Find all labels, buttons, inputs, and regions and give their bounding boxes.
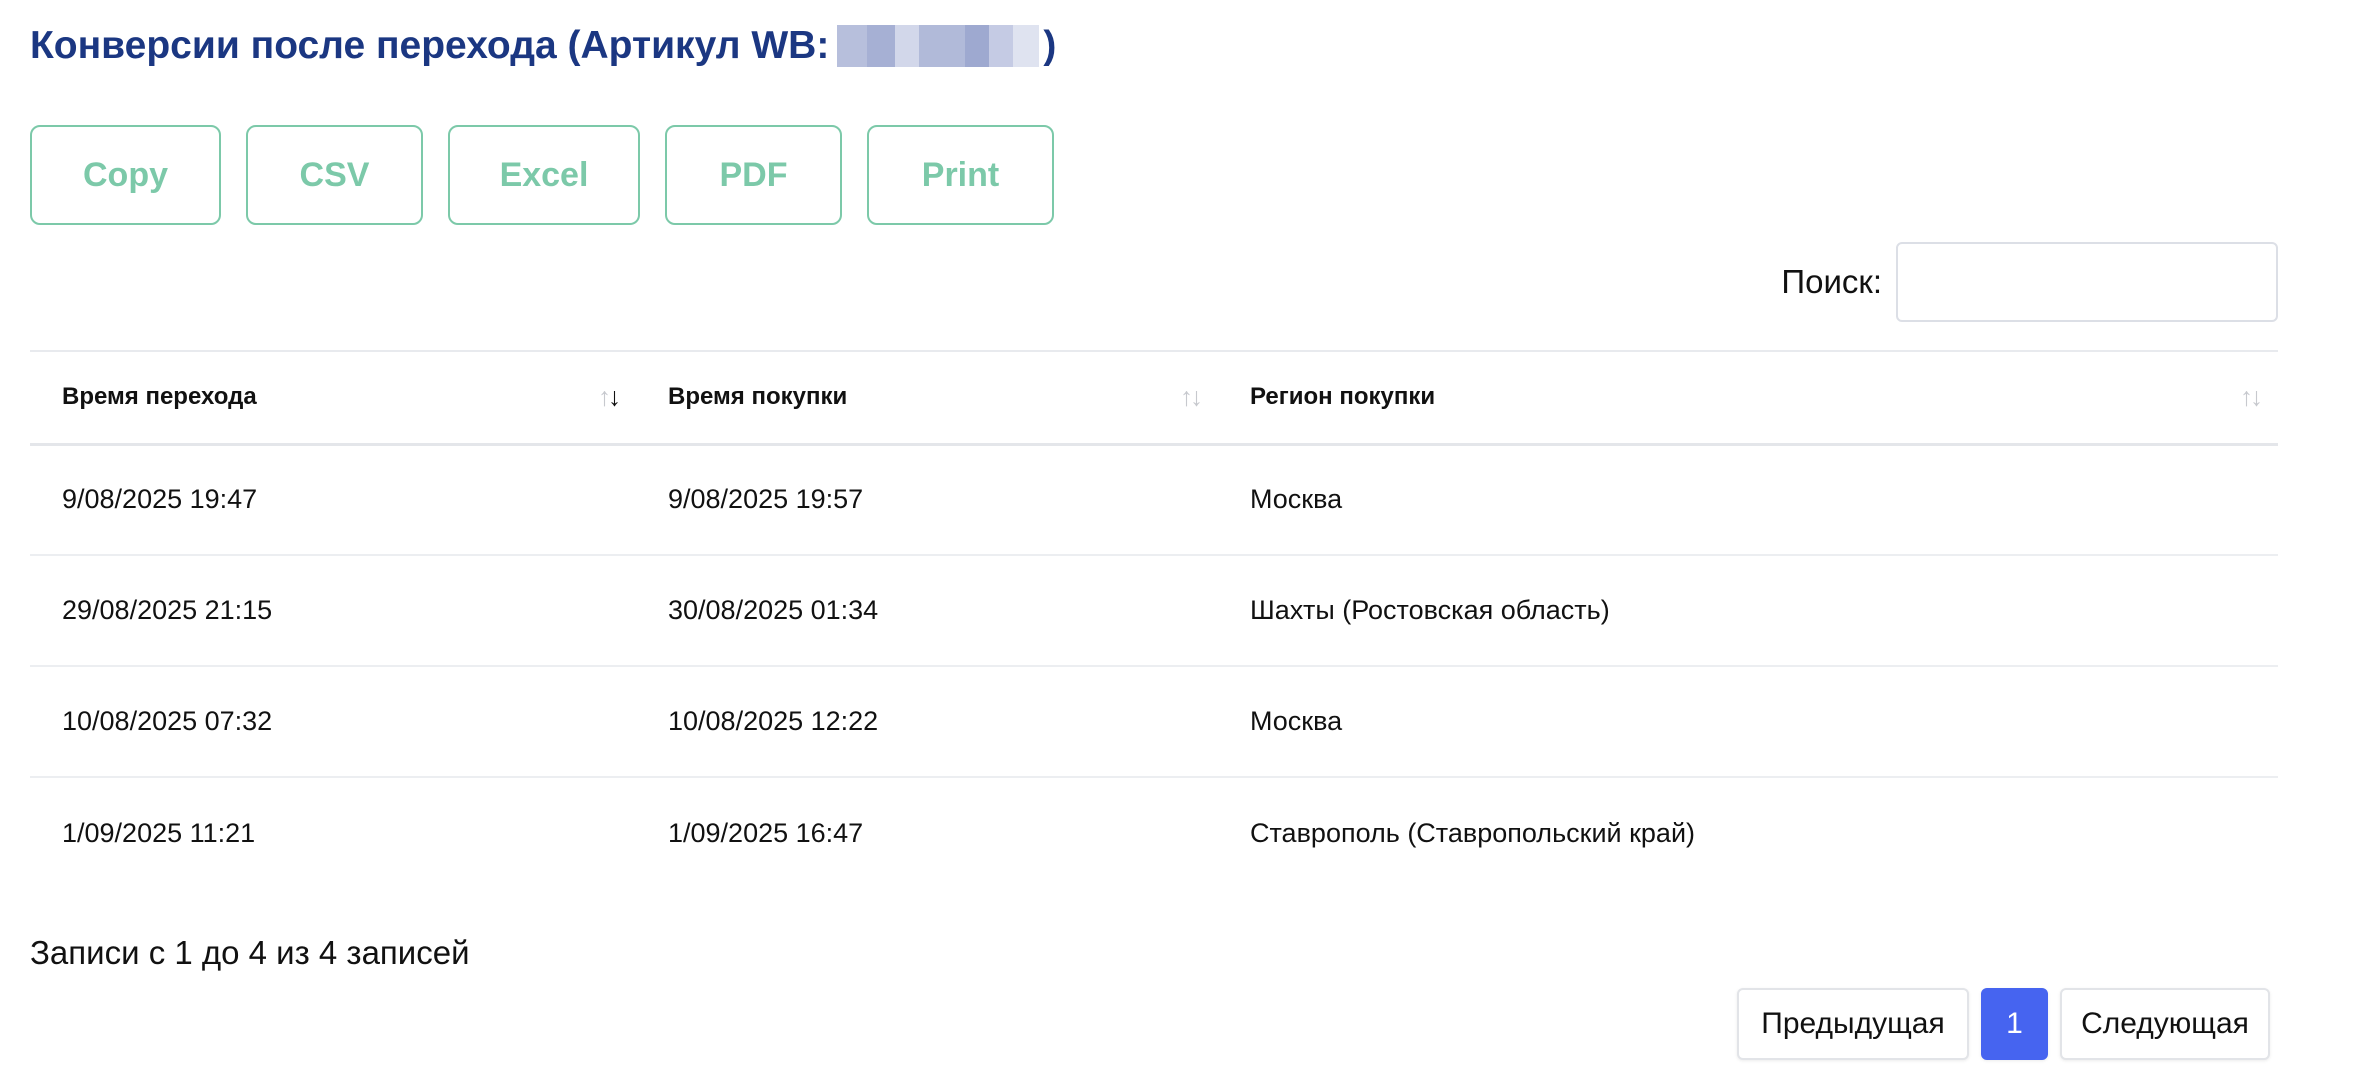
cell-click-time: 1/09/2025 11:21: [62, 817, 256, 848]
pdf-button[interactable]: PDF: [665, 125, 842, 225]
table-header-row: Время перехода ↑↓ Время покупки ↑↓ Регио…: [30, 351, 2278, 444]
cell-purchase-time: 9/08/2025 19:57: [668, 484, 864, 515]
cell-click-time: 9/08/2025 19:47: [62, 484, 258, 515]
table-row: 9/08/2025 19:47 9/08/2025 19:57 Москва: [30, 444, 2278, 555]
search-input[interactable]: [1896, 242, 2278, 322]
redacted-article-number: [837, 25, 1040, 67]
csv-button[interactable]: CSV: [246, 125, 423, 225]
excel-button[interactable]: Excel: [448, 125, 640, 225]
table-row: 10/08/2025 07:32 10/08/2025 12:22 Москва: [30, 666, 2278, 777]
copy-button[interactable]: Copy: [30, 125, 221, 225]
cell-purchase-time: 10/08/2025 12:22: [668, 706, 879, 736]
conversions-table: Время перехода ↑↓ Время покупки ↑↓ Регио…: [30, 350, 2278, 888]
search-filter: Поиск:: [1781, 242, 2278, 322]
cell-purchase-region: Москва: [1250, 484, 1343, 515]
table-body: 9/08/2025 19:47 9/08/2025 19:57 Москва 2…: [30, 444, 2278, 888]
pagination: Предыдущая 1 Следующая: [1737, 988, 2270, 1060]
print-button[interactable]: Print: [867, 125, 1054, 225]
page-title: Конверсии после перехода (Артикул WB: ): [30, 18, 1056, 74]
cell-purchase-region: Москва: [1250, 706, 1343, 736]
column-header-purchase-time[interactable]: Время покупки ↑↓: [636, 351, 1218, 444]
sort-icon: ↑↓: [1180, 381, 1203, 412]
sort-icon: ↑↓: [2240, 381, 2263, 412]
page: Конверсии после перехода (Артикул WB: ) …: [0, 0, 2372, 1082]
table-header: Время перехода ↑↓ Время покупки ↑↓ Регио…: [30, 351, 2278, 444]
column-header-purchase-region[interactable]: Регион покупки ↑↓: [1218, 351, 2278, 444]
next-page-button[interactable]: Следующая: [2060, 988, 2270, 1060]
column-header-label: Время покупки: [668, 383, 848, 411]
cell-click-time: 29/08/2025 21:15: [62, 595, 273, 625]
table-info: Записи с 1 до 4 из 4 записей: [30, 934, 470, 971]
column-header-label: Время перехода: [62, 383, 257, 411]
cell-purchase-time: 1/09/2025 16:47: [668, 817, 864, 848]
cell-purchase-region: Шахты (Ростовская область): [1250, 595, 1610, 625]
column-header-label: Регион покупки: [1250, 383, 1436, 411]
page-1-button[interactable]: 1: [1981, 988, 2048, 1060]
cell-purchase-time: 30/08/2025 01:34: [668, 595, 879, 625]
cell-purchase-region: Ставрополь (Ставропольский край): [1250, 817, 1696, 848]
previous-page-button[interactable]: Предыдущая: [1737, 988, 1969, 1060]
export-button-group: Copy CSV Excel PDF Print: [30, 125, 1054, 225]
search-label: Поиск:: [1781, 263, 1882, 300]
page-title-text: Конверсии после перехода (Артикул WB:: [30, 24, 830, 67]
table-row: 29/08/2025 21:15 30/08/2025 01:34 Шахты …: [30, 555, 2278, 666]
sort-desc-icon: ↑↓: [598, 381, 621, 412]
column-header-click-time[interactable]: Время перехода ↑↓: [30, 351, 636, 444]
page-title-suffix: ): [1043, 24, 1057, 67]
cell-click-time: 10/08/2025 07:32: [62, 706, 273, 736]
table-row: 1/09/2025 11:21 1/09/2025 16:47 Ставропо…: [30, 777, 2278, 888]
conversions-table-wrapper: Время перехода ↑↓ Время покупки ↑↓ Регио…: [30, 350, 2278, 888]
